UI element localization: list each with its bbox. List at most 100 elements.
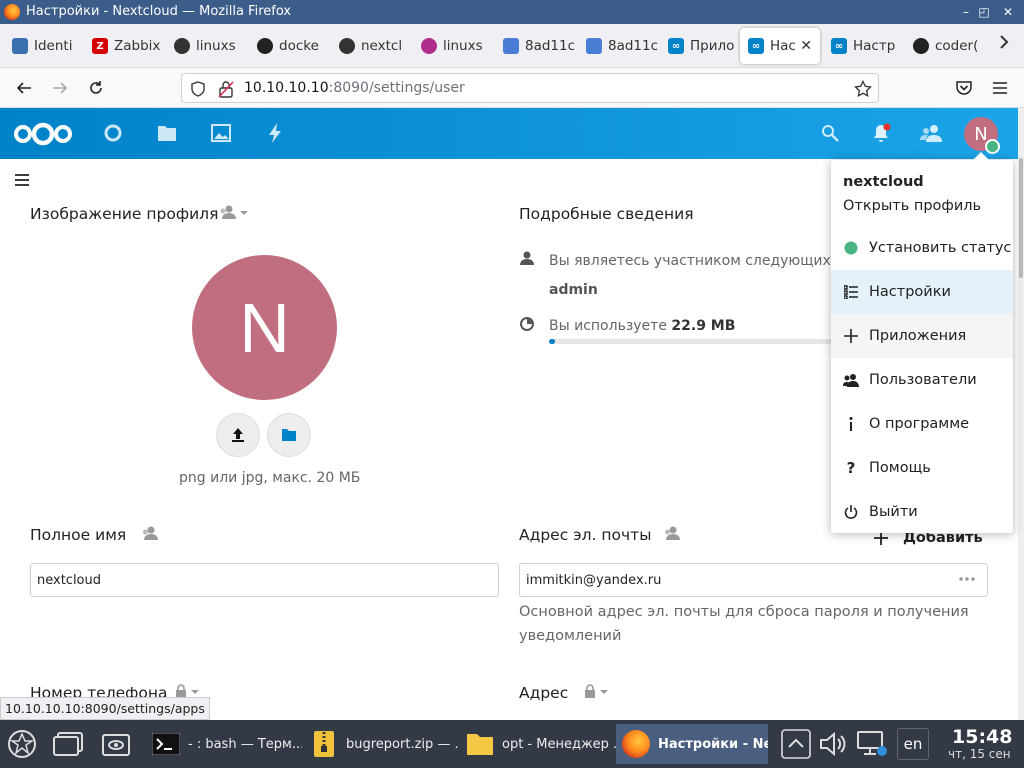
tab-hash-2[interactable]: 8ad11c	[578, 28, 658, 64]
visibility-private-lock-icon[interactable]	[175, 684, 203, 698]
tab-bar: Identi Z Zabbix linuxs docke nextcl linux…	[0, 24, 1024, 68]
more-actions-icon[interactable]	[958, 576, 976, 582]
contacts-icon[interactable]	[919, 121, 943, 145]
menu-item-users[interactable]: Пользователи	[831, 358, 1013, 402]
tab-docker[interactable]: docke	[249, 28, 329, 64]
tab-identity[interactable]: Identi	[4, 28, 80, 64]
reload-button[interactable]	[84, 76, 108, 100]
pocket-icon[interactable]	[952, 76, 976, 100]
user-menu-dropdown: nextcloud Открыть профиль Установить ста…	[831, 152, 1013, 534]
profile-avatar: N	[192, 255, 337, 400]
fullname-label: Полное имя	[30, 526, 127, 544]
link-icon	[503, 38, 519, 54]
shield-icon[interactable]	[190, 81, 206, 97]
terminal-icon	[152, 730, 180, 758]
tab-coder[interactable]: coder(	[905, 28, 985, 64]
close-window-button[interactable]: ✕	[1000, 4, 1016, 20]
volume-icon[interactable]	[817, 728, 849, 760]
nextcloud-icon: ∞	[668, 38, 684, 54]
group-name: admin	[549, 282, 598, 298]
network-icon[interactable]	[856, 728, 888, 760]
power-icon	[831, 505, 869, 519]
photos-icon[interactable]	[209, 121, 233, 145]
maximize-button[interactable]: ◰	[976, 4, 992, 20]
visibility-contacts-icon[interactable]	[142, 525, 160, 541]
fullname-field[interactable]: nextcloud	[30, 563, 499, 597]
users-icon	[831, 373, 869, 387]
search-icon[interactable]	[818, 121, 842, 145]
tray-expand-icon[interactable]	[780, 728, 812, 760]
quota-bar	[549, 339, 839, 344]
box-icon	[12, 38, 28, 54]
avatar-format-hint: png или jpg, макс. 20 МБ	[179, 470, 361, 486]
tab-nextcloud-doc[interactable]: nextcl	[331, 28, 411, 64]
visibility-contacts-icon[interactable]	[664, 525, 682, 541]
quota-pie-icon	[520, 317, 534, 331]
nextcloud-logo-icon[interactable]	[12, 120, 74, 148]
link-preview-status: 10.10.10.10:8090/settings/apps	[0, 697, 210, 720]
tab-scroll-right-icon[interactable]	[992, 30, 1016, 54]
address-label: Адрес	[519, 684, 569, 702]
keyboard-layout-indicator[interactable]: en	[897, 728, 929, 760]
visibility-contacts-icon[interactable]	[219, 204, 249, 220]
bookmark-star-icon[interactable]	[854, 80, 872, 98]
status-dot-icon	[831, 241, 869, 255]
taskbar-terminal[interactable]: - : bash — Терм...	[152, 724, 302, 764]
activity-icon[interactable]	[263, 121, 287, 145]
clock-time[interactable]: 15:48	[952, 726, 1012, 748]
close-tab-icon[interactable]: ✕	[800, 38, 812, 54]
forward-button[interactable]	[48, 76, 72, 100]
clock-date[interactable]: чт, 15 сен	[948, 747, 1011, 761]
archive-icon	[310, 730, 338, 758]
notifications-icon[interactable]	[869, 121, 893, 145]
settings-list-icon	[831, 285, 869, 299]
tab-settings-2[interactable]: ∞ Настр	[823, 28, 903, 64]
visibility-private-lock-icon[interactable]	[584, 684, 612, 698]
taskbar-archive[interactable]: bugreport.zip — ...	[310, 724, 460, 764]
tab-hash-1[interactable]: 8ad11c	[495, 28, 575, 64]
profile-picture-heading: Изображение профиля	[30, 205, 219, 223]
menu-item-apps[interactable]: Приложения	[831, 314, 1013, 358]
files-icon[interactable]	[155, 121, 179, 145]
email-field[interactable]: immitkin@yandex.ru	[519, 563, 988, 597]
menu-item-set-status[interactable]: Установить статус	[831, 226, 1013, 270]
linux-icon	[339, 38, 355, 54]
taskbar-firefox[interactable]: Настройки - Ne...	[616, 724, 768, 764]
tab-linux-2[interactable]: linuxs	[413, 28, 493, 64]
start-menu-icon[interactable]	[6, 728, 38, 760]
folder-icon	[466, 730, 494, 758]
menu-item-logout[interactable]: Выйти	[831, 490, 1013, 534]
menu-item-settings[interactable]: Настройки	[831, 270, 1013, 314]
upload-icon	[232, 428, 244, 442]
help-icon: ?	[846, 459, 856, 477]
insecure-lock-icon[interactable]	[218, 80, 234, 98]
linux-icon	[174, 38, 190, 54]
show-desktop-icon[interactable]	[52, 728, 84, 760]
email-hint-line-2: уведомлений	[519, 628, 622, 644]
url-bar[interactable]: 10.10.10.10:8090/settings/user	[181, 73, 879, 103]
globe-icon	[421, 38, 437, 54]
back-button[interactable]	[12, 76, 36, 100]
workspace-eye-icon[interactable]	[100, 728, 132, 760]
taskbar: - : bash — Терм... bugreport.zip — ... o…	[0, 720, 1024, 768]
upload-avatar-button[interactable]	[216, 413, 260, 457]
scrollbar-thumb[interactable]	[1019, 158, 1023, 278]
tab-linux-1[interactable]: linuxs	[166, 28, 246, 64]
tab-settings-active[interactable]: ∞ Нас ✕	[740, 28, 820, 64]
choose-from-files-button[interactable]	[267, 413, 311, 457]
tab-zabbix[interactable]: Z Zabbix	[84, 28, 164, 64]
app-navigation-toggle-icon[interactable]	[14, 173, 30, 187]
plus-icon	[831, 329, 869, 343]
menu-item-about[interactable]: О программе	[831, 402, 1013, 446]
nextcloud-icon: ∞	[831, 38, 847, 54]
navigation-bar: 10.10.10.10:8090/settings/user	[0, 68, 1024, 108]
page-scrollbar[interactable]	[1018, 108, 1024, 720]
email-hint-line-1: Основной адрес эл. почты для сброса паро…	[519, 604, 969, 620]
minimize-button[interactable]: –	[958, 4, 974, 20]
tab-apps[interactable]: ∞ Прило	[660, 28, 738, 64]
menu-item-help[interactable]: ? Помощь	[831, 446, 1013, 490]
hamburger-menu-icon[interactable]	[988, 76, 1012, 100]
dashboard-icon[interactable]	[101, 121, 125, 145]
taskbar-file-manager[interactable]: opt - Менеджер ...	[466, 724, 616, 764]
open-profile-link[interactable]: Открыть профиль	[843, 198, 981, 214]
